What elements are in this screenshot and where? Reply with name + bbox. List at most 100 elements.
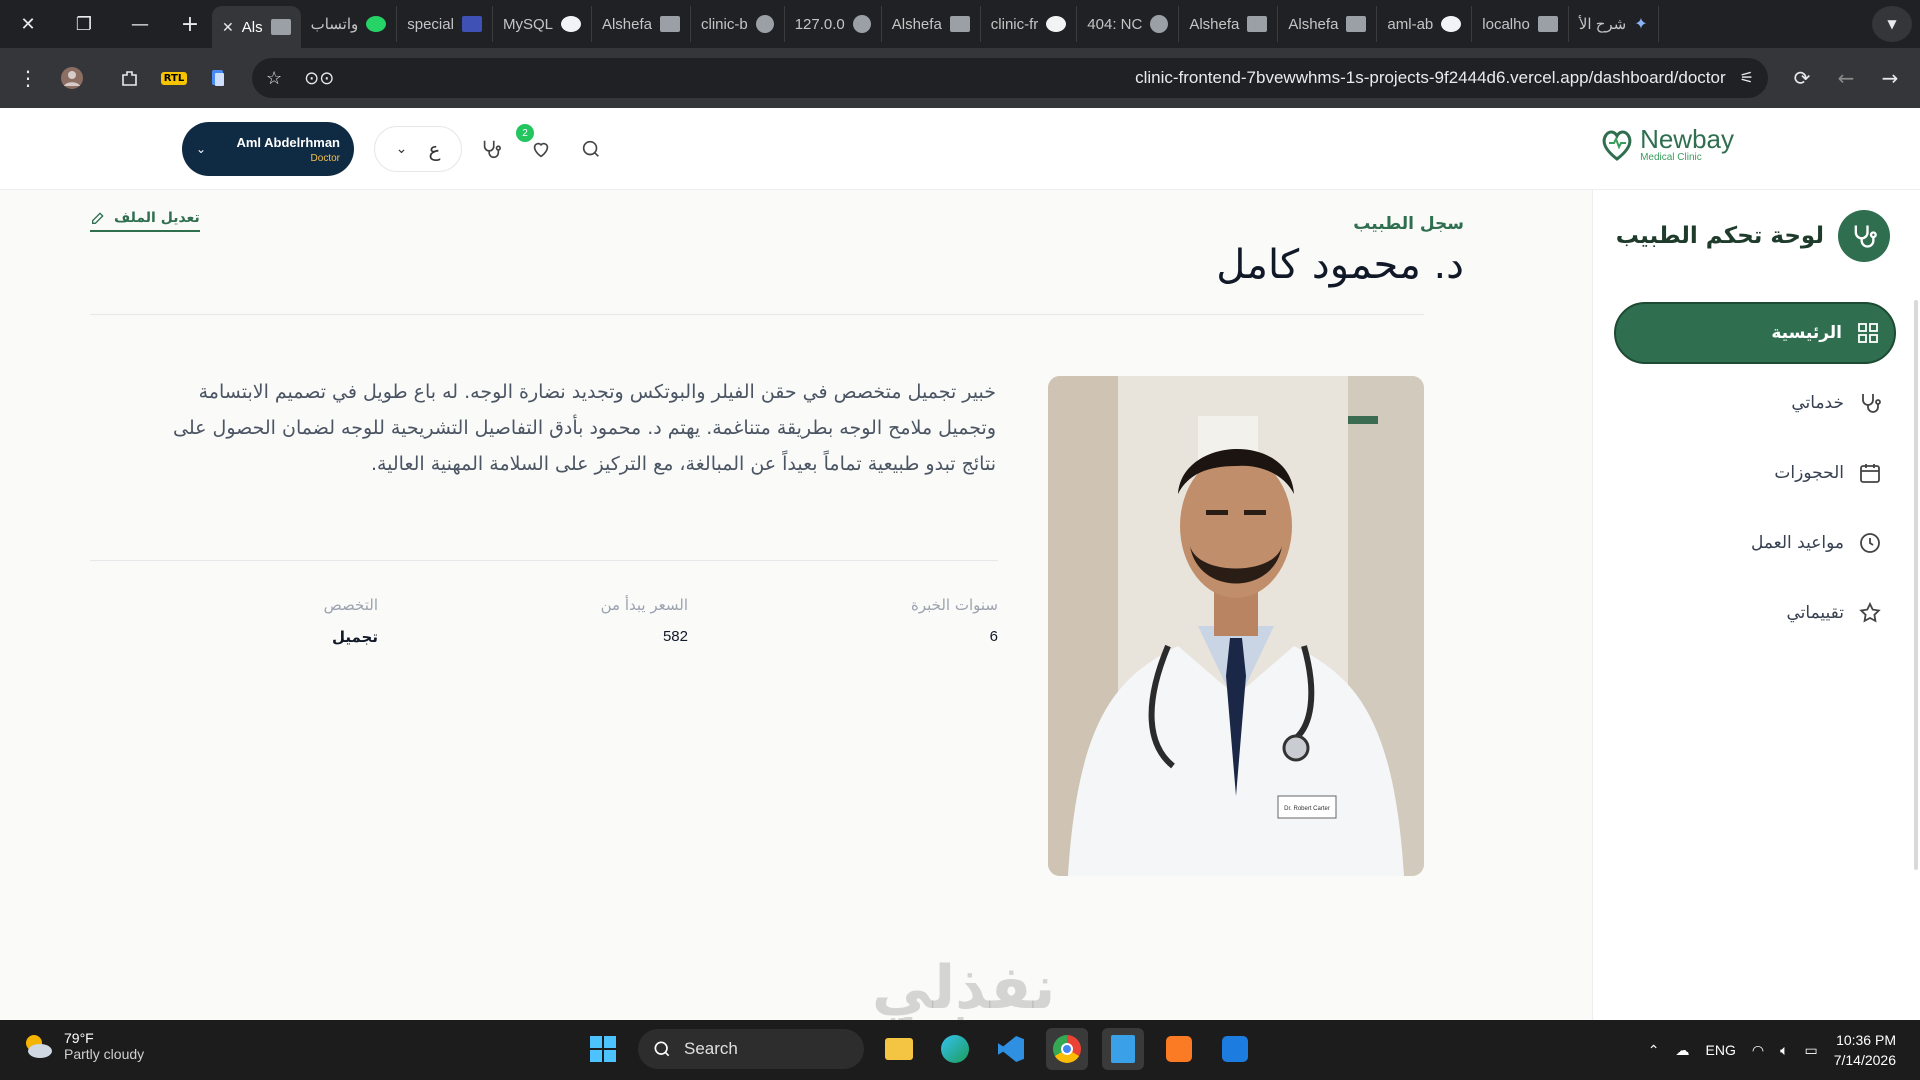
divider	[90, 560, 998, 561]
doctor-profile: سجل الطبيب د. محمود كامل تعديل الملف Dr.…	[40, 190, 1590, 1020]
stethoscope-icon[interactable]	[474, 132, 508, 166]
sidebar-item-working-hours[interactable]: مواعيد العمل	[1614, 512, 1896, 574]
minimize-window-icon[interactable]: —	[112, 0, 168, 48]
site-favicon-icon	[949, 16, 970, 32]
site-settings-icon[interactable]: ⚟	[1740, 68, 1754, 88]
browser-tab[interactable]: aml-ab	[1377, 6, 1473, 42]
chrome-icon[interactable]	[1046, 1028, 1088, 1070]
browser-tab[interactable]: clinic-b	[691, 6, 785, 42]
taskbar-search[interactable]: Search	[638, 1029, 864, 1069]
battery-icon[interactable]: ▭	[1804, 1042, 1817, 1059]
site-favicon-icon	[1247, 16, 1268, 32]
profile-avatar[interactable]	[50, 56, 94, 100]
browser-tab[interactable]: ✕ Als	[212, 6, 301, 48]
sidebar-item-label: الحجوزات	[1774, 463, 1844, 483]
user-name: Aml Abdelrhman	[236, 134, 340, 150]
stat-experience: سنوات الخبرة 6	[911, 596, 998, 645]
weather-widget[interactable]: 79°F Partly cloudy	[20, 1030, 144, 1062]
doctor-photo: Dr. Robert Carter	[1048, 376, 1424, 876]
chevron-down-icon: ⌄	[196, 142, 207, 156]
stat-price: السعر يبدأ من 582	[600, 596, 688, 645]
chevron-up-icon[interactable]: ⌃	[1648, 1042, 1660, 1059]
sidebar-item-label: خدماتي	[1791, 393, 1844, 413]
globe-icon	[1150, 15, 1169, 33]
sidebar-item-services[interactable]: خدماتي	[1614, 372, 1896, 434]
search-icon	[654, 1041, 670, 1057]
browser-tab[interactable]: 127.0.0	[785, 6, 882, 42]
app-header: Newbay Medical Clinic ⌄ Aml Abdelrhman D…	[0, 108, 1920, 190]
input-language[interactable]: ENG	[1706, 1042, 1736, 1058]
clock-icon	[1860, 533, 1880, 553]
sidebar-title: لوحة تحكم الطبيب	[1616, 210, 1890, 262]
stethoscope-icon	[1862, 394, 1881, 413]
browser-tab[interactable]: special	[397, 6, 493, 42]
heart-icon[interactable]	[524, 132, 558, 166]
clock[interactable]: 10:36 PM 7/14/2026	[1834, 1030, 1896, 1070]
windows-start-icon[interactable]	[582, 1028, 624, 1070]
rtl-extension-icon[interactable]: RTL	[152, 56, 196, 100]
calendar-icon	[1860, 464, 1880, 483]
whatsapp-icon	[366, 16, 387, 32]
section-eyebrow: سجل الطبيب	[1353, 214, 1464, 234]
forward-arrow-icon[interactable]: →	[1868, 56, 1912, 100]
restore-window-icon[interactable]: ❐	[56, 0, 112, 48]
xampp-icon[interactable]	[1158, 1028, 1200, 1070]
file-explorer-icon[interactable]	[878, 1028, 920, 1070]
close-tab-icon[interactable]: ✕	[222, 19, 234, 36]
sidebar-item-reviews[interactable]: تقييماتي	[1614, 582, 1896, 644]
globe-icon	[852, 15, 871, 33]
gemini-sparkle-icon: ✦	[1634, 16, 1648, 33]
browser-tab[interactable]: واتساب	[301, 6, 398, 42]
browser-tab[interactable]: clinic-fr	[981, 6, 1078, 42]
url-text[interactable]: clinic-frontend-7bvewwhms-1s-projects-9f…	[1135, 68, 1726, 88]
volume-icon[interactable]: 🔈︎	[1780, 1042, 1788, 1059]
onedrive-cloud-icon[interactable]: ☁	[1676, 1042, 1690, 1059]
language-select[interactable]: ⌄ ع	[374, 126, 462, 172]
vscode-icon[interactable]	[990, 1028, 1032, 1070]
edge-browser-icon[interactable]	[934, 1028, 976, 1070]
incognito-glasses-icon[interactable]: ⊙⊙	[304, 68, 334, 89]
sidebar-item-home[interactable]: الرئيسية	[1614, 302, 1896, 364]
notepad-icon[interactable]	[1102, 1028, 1144, 1070]
partly-cloudy-icon	[26, 1035, 52, 1058]
divider	[90, 314, 1424, 315]
copy-extension-icon[interactable]	[196, 56, 240, 100]
browser-tab[interactable]: Alshefa	[1278, 6, 1378, 42]
sidebar-item-label: الرئيسية	[1771, 323, 1842, 343]
extensions-icon[interactable]	[108, 56, 152, 100]
pencil-icon	[92, 212, 104, 224]
browser-tab[interactable]: Alshefa	[882, 6, 981, 42]
stethoscope-icon	[1838, 210, 1890, 262]
sidebar-item-label: تقييماتي	[1786, 603, 1845, 623]
tab-search-chevron-down-icon[interactable]: ▼	[1872, 6, 1912, 42]
browser-tab[interactable]: MySQL	[493, 6, 592, 42]
close-window-icon[interactable]: ✕	[0, 0, 56, 48]
browser-tab[interactable]: 404: NC	[1077, 6, 1180, 42]
newbay-logo[interactable]: Newbay Medical Clinic	[1600, 126, 1734, 163]
address-bar[interactable]: ☆ ⊙⊙ clinic-frontend-7bvewwhms-1s-projec…	[252, 58, 1768, 98]
name-badge: Dr. Robert Carter	[1284, 806, 1330, 812]
windows-taskbar: 79°F Partly cloudy Search ⌃ ☁ ENG ◠ 🔈︎ ▭…	[0, 1020, 1920, 1080]
edit-profile-link[interactable]: تعديل الملف	[90, 210, 200, 232]
wifi-icon[interactable]: ◠	[1752, 1042, 1764, 1059]
browser-tab-strip: ✕ ❐ — + ✕ Als واتساب special MySQL Alshe…	[0, 0, 1920, 48]
browser-toolbar: ⋮ RTL ☆ ⊙⊙ clinic-frontend-7bvewwhms-1s-…	[0, 48, 1920, 108]
back-arrow-icon[interactable]: ←	[1824, 56, 1868, 100]
paint-app-icon[interactable]	[1214, 1028, 1256, 1070]
search-icon[interactable]	[574, 132, 608, 166]
browser-tab[interactable]: Alshefa	[592, 6, 692, 42]
sidebar-item-bookings[interactable]: الحجوزات	[1614, 442, 1896, 504]
site-favicon-icon	[1346, 16, 1367, 32]
browser-tab[interactable]: localho	[1472, 6, 1569, 42]
bookmark-star-icon[interactable]: ☆	[266, 68, 282, 89]
new-tab-button[interactable]: +	[168, 0, 212, 48]
sidebar: لوحة تحكم الطبيب الرئيسية خدماتي الحجوزا…	[1592, 190, 1920, 1020]
browser-menu-icon[interactable]: ⋮	[6, 56, 50, 100]
page-scrollbar[interactable]	[1914, 300, 1918, 870]
site-favicon-icon	[1537, 16, 1558, 32]
user-menu-button[interactable]: ⌄ Aml Abdelrhman Doctor	[182, 122, 354, 176]
user-role: Doctor	[310, 152, 340, 164]
browser-tab[interactable]: Alshefa	[1179, 6, 1279, 42]
browser-tab[interactable]: شرح الأ ✦	[1569, 6, 1659, 42]
reload-icon[interactable]: ⟳	[1780, 56, 1824, 100]
